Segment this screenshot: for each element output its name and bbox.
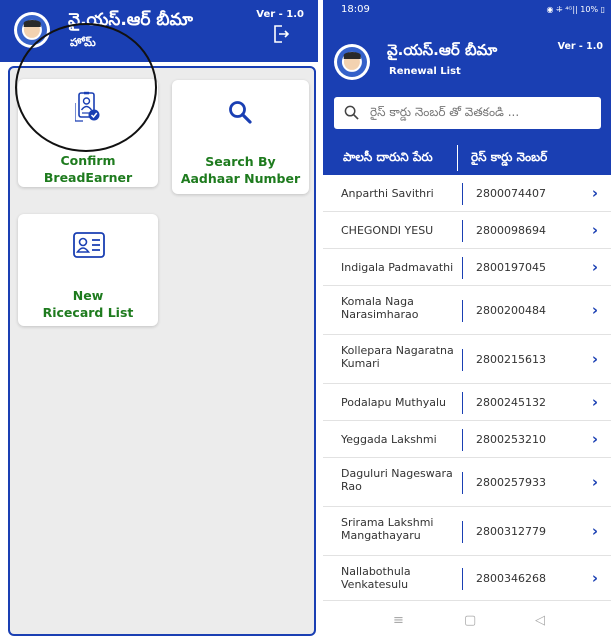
- hand-drawn-circle: [15, 23, 157, 152]
- ricecard-number: 2800257933: [476, 476, 546, 489]
- cell-divider: [462, 391, 463, 414]
- table-row[interactable]: Nallabothula Venkatesulu 2800346268 ›: [323, 556, 611, 601]
- cell-divider: [462, 219, 463, 242]
- table-row[interactable]: Anparthi Savithri 2800074407 ›: [323, 175, 611, 212]
- ricecard-number: 2800245132: [476, 396, 546, 409]
- table-row[interactable]: Komala Naga Narasimharao 2800200484 ›: [323, 286, 611, 335]
- column-divider: [457, 145, 458, 171]
- version-label: Ver - 1.0: [256, 9, 304, 20]
- ricecard-number: 2800074407: [476, 187, 546, 200]
- renewal-list-screen: 18:09 ◉ ⁜ ⁴ᴳ|| 10% ▯ వై.యస్.ఆర్ బీమా Ren…: [323, 0, 611, 640]
- page-subtitle: Renewal List: [389, 66, 461, 77]
- card-label-line2: Aadhaar Number: [180, 171, 301, 186]
- table-row[interactable]: Kollepara Nagaratna Kumari 2800215613 ›: [323, 335, 611, 384]
- home-screen: వై.యస్.ఆర్ బీమా హోమ్ Ver - 1.0 Confirm B…: [0, 0, 318, 640]
- ricecard-number: 2800346268: [476, 572, 546, 585]
- home-icon[interactable]: ▢: [464, 613, 476, 628]
- policyholder-name: Anparthi Savithri: [341, 187, 434, 200]
- column-header-ricecard: రైస్ కార్డు నెంబర్: [471, 150, 548, 164]
- policyholder-name: CHEGONDI YESU: [341, 224, 434, 237]
- chevron-right-icon[interactable]: ›: [592, 258, 598, 276]
- card-label-line1: New: [72, 288, 104, 303]
- search-input[interactable]: రైస్ కార్డు నెంబర్ తో వెతకండి ...: [334, 97, 601, 129]
- cell-divider: [462, 182, 463, 205]
- chevron-right-icon[interactable]: ›: [592, 569, 598, 587]
- menu-panel: Confirm BreadEarner Search By Aadhaar Nu…: [8, 66, 316, 636]
- policyholder-name: Daguluri Nageswara Rao: [341, 467, 453, 493]
- ricecard-number: 2800200484: [476, 304, 546, 317]
- cell-divider: [462, 348, 463, 371]
- chevron-right-icon[interactable]: ›: [592, 301, 598, 319]
- chevron-right-icon[interactable]: ›: [592, 221, 598, 239]
- policyholder-name: Podalapu Muthyalu: [341, 396, 446, 409]
- search-placeholder: రైస్ కార్డు నెంబర్ తో వెతకండి ...: [370, 105, 520, 119]
- cell-divider: [462, 299, 463, 322]
- ricecard-number: 2800197045: [476, 261, 546, 274]
- search-icon: [344, 105, 359, 120]
- ricecard-number: 2800312779: [476, 525, 546, 538]
- search-icon: [229, 101, 252, 124]
- chevron-right-icon[interactable]: ›: [592, 184, 598, 202]
- ricecard-number: 2800253210: [476, 433, 546, 446]
- search-by-aadhaar-card[interactable]: Search By Aadhaar Number: [172, 80, 309, 194]
- cell-divider: [462, 428, 463, 451]
- logout-icon[interactable]: [272, 24, 290, 44]
- card-label-line2: BreadEarner: [43, 170, 133, 185]
- policyholder-name: Komala Naga Narasimharao: [341, 295, 419, 321]
- column-header-policyholder: పాలసీ దారుని పేరు: [343, 150, 433, 164]
- policyholder-name: Nallabothula Venkatesulu: [341, 565, 411, 591]
- table-row[interactable]: Srirama Lakshmi Mangathayaru 2800312779 ›: [323, 507, 611, 556]
- policyholder-name: Srirama Lakshmi Mangathayaru: [341, 516, 434, 542]
- chevron-right-icon[interactable]: ›: [592, 393, 598, 411]
- contact-card-icon: [73, 232, 105, 258]
- cell-divider: [462, 471, 463, 494]
- cell-divider: [462, 520, 463, 543]
- search-area: రైస్ కార్డు నెంబర్ తో వెతకండి ...: [323, 91, 611, 141]
- card-label-line2: Ricecard List: [42, 305, 134, 320]
- ricecard-number: 2800098694: [476, 224, 546, 237]
- chevron-right-icon[interactable]: ›: [592, 350, 598, 368]
- policyholder-name: Indigala Padmavathi: [341, 261, 454, 274]
- table-header: పాలసీ దారుని పేరు రైస్ కార్డు నెంబర్: [323, 141, 611, 175]
- table-row[interactable]: Daguluri Nageswara Rao 2800257933 ›: [323, 458, 611, 507]
- version-label: Ver - 1.0: [557, 41, 603, 52]
- status-time: 18:09: [341, 4, 370, 15]
- android-nav-bar: ≡ ▢ ◁: [323, 603, 611, 640]
- ricecard-number: 2800215613: [476, 353, 546, 366]
- back-icon[interactable]: ◁: [535, 613, 545, 628]
- card-label-line1: Search By: [205, 154, 276, 169]
- new-ricecard-list-card[interactable]: New Ricecard List: [18, 214, 158, 326]
- app-header: వై.యస్.ఆర్ బీమా Renewal List Ver - 1.0: [323, 22, 611, 91]
- table-row[interactable]: CHEGONDI YESU 2800098694 ›: [323, 212, 611, 249]
- cell-divider: [462, 567, 463, 590]
- status-icons: ◉ ⁜ ⁴ᴳ|| 10% ▯: [546, 5, 605, 14]
- chevron-right-icon[interactable]: ›: [592, 473, 598, 491]
- app-logo: [334, 44, 370, 80]
- table-row[interactable]: Podalapu Muthyalu 2800245132 ›: [323, 384, 611, 421]
- status-bar: 18:09 ◉ ⁜ ⁴ᴳ|| 10% ▯: [323, 0, 611, 22]
- card-label-line1: Confirm: [60, 153, 116, 168]
- app-title: వై.యస్.ఆర్ బీమా: [387, 41, 498, 59]
- table-row[interactable]: Yeggada Lakshmi 2800253210 ›: [323, 421, 611, 458]
- chevron-right-icon[interactable]: ›: [592, 522, 598, 540]
- cell-divider: [462, 256, 463, 279]
- table-row[interactable]: Indigala Padmavathi 2800197045 ›: [323, 249, 611, 286]
- chevron-right-icon[interactable]: ›: [592, 430, 598, 448]
- policyholder-name: Yeggada Lakshmi: [341, 433, 437, 446]
- menu-icon[interactable]: ≡: [393, 613, 404, 628]
- policyholder-name: Kollepara Nagaratna Kumari: [341, 344, 454, 370]
